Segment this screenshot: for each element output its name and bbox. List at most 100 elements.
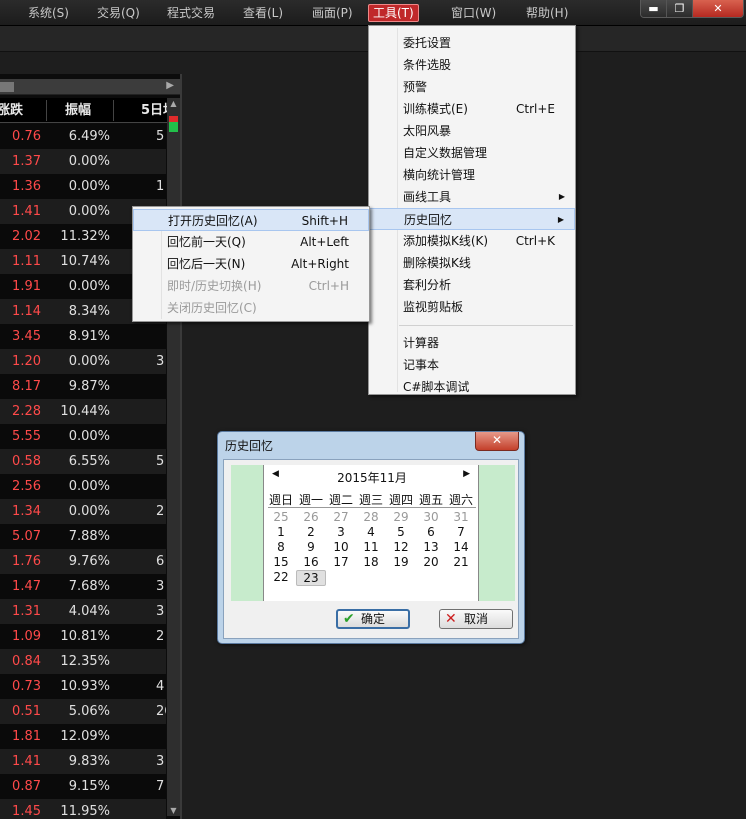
calendar-day[interactable]: 9 — [296, 540, 326, 554]
table-row[interactable]: 0.76 6.49% 5 — [0, 124, 166, 149]
history-menu-item[interactable]: 关闭历史回忆(C) — [133, 297, 369, 319]
table-row[interactable]: 1.09 10.81% 2 — [0, 624, 166, 649]
ok-button[interactable]: ✔ 确定 — [336, 609, 410, 629]
calendar-day[interactable]: 4 — [356, 525, 386, 539]
table-row[interactable]: 1.20 0.00% 3 — [0, 349, 166, 374]
tools-menu-items: 委托设置 条件选股 预警 训练模式(E) Ctrl+E 太阳风暴 自定义数据管理 横向统计管理… — [369, 32, 575, 318]
tools-menu-item[interactable]: 历史回忆 ▶ — [369, 208, 575, 230]
menu-help[interactable]: 帮助(H) — [522, 4, 572, 22]
calendar-day[interactable]: 19 — [386, 555, 416, 569]
column-header-amplitude[interactable]: 振幅 — [65, 98, 91, 123]
calendar-day[interactable]: 14 — [446, 540, 476, 554]
history-menu-item[interactable]: 回忆后一天(N) Alt+Right — [133, 253, 369, 275]
table-row[interactable]: 8.17 9.87% — [0, 374, 166, 399]
menu-system[interactable]: 系统(S) — [24, 4, 73, 22]
calendar-day[interactable]: 11 — [356, 540, 386, 554]
table-row[interactable]: 1.36 0.00% 1 — [0, 174, 166, 199]
table-row[interactable]: 2.56 0.00% — [0, 474, 166, 499]
calendar-day[interactable]: 2 — [296, 525, 326, 539]
menu-item-shortcut: Shift+H — [301, 214, 348, 228]
calendar-day[interactable]: 5 — [386, 525, 416, 539]
close-window-button[interactable]: ✕ — [693, 0, 743, 17]
calendar-day[interactable]: 8 — [266, 540, 296, 554]
calendar-day[interactable]: 13 — [416, 540, 446, 554]
menu-window[interactable]: 窗口(W) — [447, 4, 500, 22]
calendar-day[interactable]: 12 — [386, 540, 416, 554]
table-row[interactable]: 5.55 0.00% — [0, 424, 166, 449]
calendar-day[interactable]: 30 — [416, 510, 446, 524]
history-menu-item[interactable]: 即时/历史切换(H) Ctrl+H — [133, 275, 369, 297]
tools-menu-item[interactable]: 套利分析 — [369, 274, 575, 296]
cancel-button[interactable]: ✕ 取消 — [439, 609, 513, 629]
calendar-day[interactable]: 29 — [386, 510, 416, 524]
menu-tools[interactable]: 工具(T) — [368, 4, 419, 22]
tools-menu-item[interactable]: 训练模式(E) Ctrl+E — [369, 98, 575, 120]
next-month-icon[interactable]: ▶ — [463, 469, 470, 479]
calendar-day[interactable]: 28 — [356, 510, 386, 524]
tools-menu-item[interactable]: 计算器 — [369, 332, 575, 354]
tools-menu-item[interactable]: 太阳风暴 — [369, 120, 575, 142]
calendar-day[interactable]: 6 — [416, 525, 446, 539]
calendar-day[interactable]: 3 — [326, 525, 356, 539]
tools-menu-item[interactable]: 条件选股 — [369, 54, 575, 76]
tools-menu-item[interactable]: 画线工具 ▶ — [369, 186, 575, 208]
maximize-button[interactable]: ❐ — [667, 0, 693, 17]
tools-menu-item[interactable]: 添加模拟K线(K) Ctrl+K — [369, 230, 575, 252]
tools-menu-item[interactable]: 记事本 — [369, 354, 575, 376]
scroll-right-icon[interactable]: ▶ — [166, 80, 174, 91]
tools-menu-item[interactable]: 预警 — [369, 76, 575, 98]
tools-menu-item[interactable]: 监视剪贴板 — [369, 296, 575, 318]
change-cell: 1.41 — [12, 754, 41, 769]
history-menu-item[interactable]: 打开历史回忆(A) Shift+H — [133, 209, 369, 231]
menu-screen[interactable]: 画面(P) — [308, 4, 357, 22]
calendar-day[interactable]: 16 — [296, 555, 326, 569]
menu-program-trade[interactable]: 程式交易 — [163, 4, 219, 22]
table-row[interactable]: 1.34 0.00% 2 — [0, 499, 166, 524]
table-row[interactable]: 0.84 12.35% — [0, 649, 166, 674]
table-row[interactable]: 5.07 7.88% — [0, 524, 166, 549]
tools-menu-item[interactable]: 委托设置 — [369, 32, 575, 54]
calendar-day[interactable]: 25 — [266, 510, 296, 524]
table-row[interactable]: 1.47 7.68% 3 — [0, 574, 166, 599]
calendar-day[interactable]: 27 — [326, 510, 356, 524]
column-header-change[interactable]: 涨跌 — [0, 98, 23, 123]
calendar-day[interactable]: 22 — [266, 570, 296, 584]
table-row[interactable]: 1.81 12.09% — [0, 724, 166, 749]
menu-trade[interactable]: 交易(Q) — [93, 4, 144, 22]
calendar-day[interactable]: 31 — [446, 510, 476, 524]
table-row[interactable]: 1.37 0.00% — [0, 149, 166, 174]
scroll-up-icon[interactable]: ▲ — [167, 99, 180, 108]
menu-item-label: 即时/历史切换(H) — [167, 279, 262, 293]
table-row[interactable]: 0.58 6.55% 5 — [0, 449, 166, 474]
calendar-day[interactable]: 1 — [266, 525, 296, 539]
scroll-thumb[interactable] — [0, 82, 14, 92]
calendar-day[interactable]: 15 — [266, 555, 296, 569]
history-menu-item[interactable]: 回忆前一天(Q) Alt+Left — [133, 231, 369, 253]
table-row[interactable]: 0.73 10.93% 4 — [0, 674, 166, 699]
table-row[interactable]: 0.87 9.15% 7 — [0, 774, 166, 799]
tools-menu-item[interactable]: 删除模拟K线 — [369, 252, 575, 274]
calendar-day[interactable]: 7 — [446, 525, 476, 539]
tools-menu-item[interactable]: 自定义数据管理 — [369, 142, 575, 164]
scroll-down-icon[interactable]: ▼ — [167, 806, 180, 815]
calendar-day[interactable]: 23 — [296, 570, 326, 586]
menu-view[interactable]: 查看(L) — [239, 4, 287, 22]
table-row[interactable]: 1.76 9.76% 6 — [0, 549, 166, 574]
table-row[interactable]: 3.45 8.91% — [0, 324, 166, 349]
horizontal-scrollbar[interactable]: ▶ — [0, 79, 180, 95]
calendar-day[interactable]: 18 — [356, 555, 386, 569]
tools-menu-item[interactable]: 横向统计管理 — [369, 164, 575, 186]
calendar-day[interactable]: 10 — [326, 540, 356, 554]
calendar-day[interactable]: 26 — [296, 510, 326, 524]
table-row[interactable]: 1.45 11.95% — [0, 799, 166, 819]
tools-menu-item[interactable]: C#脚本调试 — [369, 376, 575, 398]
table-row[interactable]: 1.31 4.04% 3 — [0, 599, 166, 624]
calendar-day[interactable]: 20 — [416, 555, 446, 569]
table-row[interactable]: 2.28 10.44% — [0, 399, 166, 424]
calendar-day[interactable]: 17 — [326, 555, 356, 569]
table-row[interactable]: 1.41 9.83% 3 — [0, 749, 166, 774]
dialog-close-button[interactable]: ✕ — [475, 432, 519, 451]
table-row[interactable]: 0.51 5.06% 26 — [0, 699, 166, 724]
calendar-day[interactable]: 21 — [446, 555, 476, 569]
minimize-button[interactable]: ▬ — [641, 0, 667, 17]
